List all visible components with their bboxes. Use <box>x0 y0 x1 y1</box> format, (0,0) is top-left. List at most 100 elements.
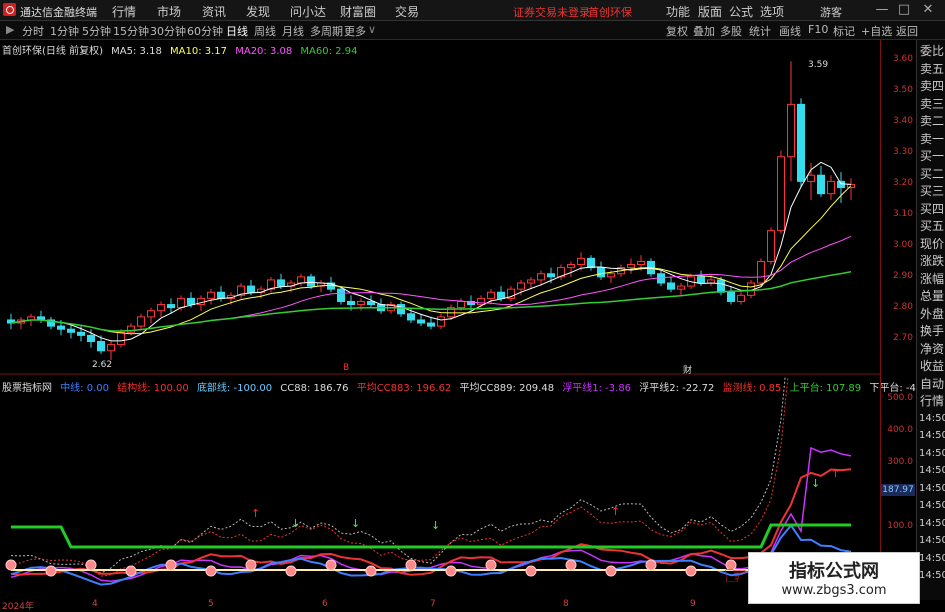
period-1min[interactable]: 1分钟 <box>50 23 79 39</box>
ma5-value: MA5: 3.18 <box>111 46 162 57</box>
menu-item-wenxiaoda[interactable]: 问小达 <box>290 3 326 20</box>
quote-tab-2[interactable]: 卖四 <box>919 79 945 93</box>
period-15min[interactable]: 15分钟 <box>113 23 149 39</box>
candle-body <box>757 260 765 284</box>
add-watchlist-button[interactable]: +自选 <box>861 23 892 39</box>
price-tick: 3.00 <box>892 240 913 250</box>
maximize-icon[interactable]: □ <box>894 2 914 18</box>
restore-rights-button[interactable]: 复权 <box>666 23 688 39</box>
minimize-icon[interactable]: — <box>872 2 892 18</box>
candle-body <box>177 297 185 309</box>
quote-tab-11[interactable]: 现价 <box>919 237 945 251</box>
quote-tab-24[interactable]: 14:50 <box>919 464 945 478</box>
candle-body <box>807 174 815 182</box>
period-more[interactable]: 更多 <box>344 23 366 39</box>
quote-tab-17[interactable]: 净资 <box>919 342 945 356</box>
menu-item-banmian[interactable]: 版面 <box>698 3 722 20</box>
quote-tab-25[interactable]: 14:50 <box>919 482 945 496</box>
quote-tab-19[interactable]: 自动 <box>919 377 945 391</box>
price-tick: 2.70 <box>892 333 913 343</box>
quote-tab-23[interactable]: 14:50 <box>919 447 945 461</box>
period-monthly[interactable]: 月线 <box>282 23 304 39</box>
trade-login-link[interactable]: 证券交易未登录 <box>513 4 590 20</box>
multi-stock-button[interactable]: 多股 <box>720 23 742 39</box>
menu-item-hangqing[interactable]: 行情 <box>112 3 136 20</box>
menu-item-caifuquan[interactable]: 财富圈 <box>340 3 376 20</box>
quote-tab-12[interactable]: 涨跌 <box>919 254 945 268</box>
menu-item-gongneng[interactable]: 功能 <box>666 3 690 20</box>
guest-label[interactable]: 游客 <box>820 4 842 20</box>
back-button[interactable]: 返回 <box>896 23 918 39</box>
quote-tab-0[interactable]: 委比 <box>919 44 945 58</box>
menu-item-zixun[interactable]: 资讯 <box>202 3 226 20</box>
candlestick-chart[interactable]: 首创环保(日线 前复权) MA5: 3.18 MA10: 3.17 MA20: … <box>0 40 880 377</box>
candle-body <box>107 344 115 352</box>
candle-body <box>77 331 85 336</box>
menu-item-faxian[interactable]: 发现 <box>246 3 270 20</box>
period-daily[interactable]: 日线 <box>226 23 248 39</box>
quote-tab-20[interactable]: 行情 <box>919 394 945 408</box>
quote-tab-7[interactable]: 买二 <box>919 167 945 181</box>
quote-tab-13[interactable]: 涨幅 <box>919 272 945 286</box>
signal-dot <box>85 559 97 571</box>
period-5min[interactable]: 5分钟 <box>82 23 111 39</box>
quote-tab-5[interactable]: 卖一 <box>919 132 945 146</box>
quote-tab-18[interactable]: 收益 <box>919 359 945 373</box>
draw-line-button[interactable]: 画线 <box>779 23 801 39</box>
quote-tab-1[interactable]: 卖五 <box>919 62 945 76</box>
signal-dot <box>245 559 257 571</box>
quote-tab-30[interactable]: 14:50 <box>919 569 945 583</box>
overlay-button[interactable]: 叠加 <box>693 23 715 39</box>
ind-item-2: 底部线: -100.00 <box>196 383 273 394</box>
quote-tab-22[interactable]: 14:50 <box>919 429 945 443</box>
quote-tab-3[interactable]: 卖三 <box>919 97 945 111</box>
price-tick: 3.50 <box>892 85 913 95</box>
close-icon[interactable]: ✕ <box>918 2 938 18</box>
quote-tab-10[interactable]: 买五 <box>919 219 945 233</box>
ind-item-3: CC88: 186.76 <box>280 383 349 394</box>
quote-tab-27[interactable]: 14:50 <box>919 517 945 531</box>
candle-body <box>217 291 225 299</box>
stock-name-link[interactable]: 首创环保 <box>588 4 632 20</box>
period-multi[interactable]: 多周期 <box>310 23 343 39</box>
period-30min[interactable]: 30分钟 <box>150 23 186 39</box>
f10-button[interactable]: F10 <box>808 23 828 36</box>
period-60min[interactable]: 60分钟 <box>187 23 223 39</box>
period-fenshi[interactable]: 分时 <box>22 23 44 39</box>
quote-tab-26[interactable]: 14:50 <box>919 499 945 513</box>
menu-item-shichang[interactable]: 市场 <box>157 3 181 20</box>
candle-body <box>247 285 255 293</box>
quote-tab-4[interactable]: 卖二 <box>919 114 945 128</box>
ind-item-6: 浮平线1: -3.86 <box>562 383 632 394</box>
quote-tab-21[interactable]: 14:50 <box>919 412 945 426</box>
chevron-down-icon[interactable]: ∨ <box>368 23 376 36</box>
period-weekly[interactable]: 周线 <box>254 23 276 39</box>
quote-tab-6[interactable]: 买一 <box>919 149 945 163</box>
quote-tab-28[interactable]: 14:50 <box>919 534 945 548</box>
quote-tab-16[interactable]: 换手 <box>919 324 945 338</box>
mark-button[interactable]: 标记 <box>833 23 855 39</box>
menu-item-xuanxiang[interactable]: 选项 <box>760 3 784 20</box>
signal-dot <box>445 565 457 577</box>
stats-button[interactable]: 统计 <box>749 23 771 39</box>
quote-tab-29[interactable]: 14:50 <box>919 552 945 566</box>
ind-item-0: 中线: 0.00 <box>60 383 110 394</box>
quote-tab-8[interactable]: 买三 <box>919 184 945 198</box>
menu-item-gongshi[interactable]: 公式 <box>729 3 753 20</box>
quote-tab-14[interactable]: 总量 <box>919 289 945 303</box>
quote-tab-9[interactable]: 买四 <box>919 202 945 216</box>
ind-item-8: 监测线: 0.85 <box>722 383 782 394</box>
candles-svg <box>0 61 880 375</box>
date-tick: 4 <box>92 599 98 609</box>
menu-item-jiaoyi[interactable]: 交易 <box>395 3 419 20</box>
signal-dot <box>485 559 497 571</box>
candle-body <box>637 260 645 266</box>
candle-body <box>337 288 345 302</box>
price-tick: 3.10 <box>892 209 913 219</box>
signal-arrow: ↓ <box>431 519 440 532</box>
collapse-icon[interactable]: ▶ <box>6 23 14 36</box>
right-quote-panel: 委比卖五卖四卖三卖二卖一买一买二买三买四买五现价涨跌涨幅总量外盘换手净资收益自动… <box>916 40 945 600</box>
date-tick: 5 <box>208 599 214 609</box>
quote-tab-15[interactable]: 外盘 <box>919 307 945 321</box>
date-tick: 6 <box>322 599 328 609</box>
